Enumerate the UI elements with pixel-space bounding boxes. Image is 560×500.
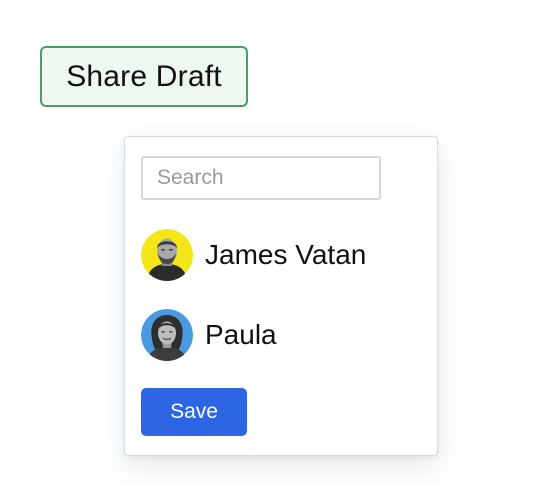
share-draft-button[interactable]: Share Draft [40, 46, 248, 107]
person-avatar-icon [141, 309, 193, 361]
person-name: Paula [205, 319, 277, 350]
person-item-james[interactable]: James Vatan [141, 228, 366, 282]
person-avatar-icon [141, 229, 193, 281]
share-panel: James Vatan Paula Save [124, 136, 438, 456]
person-item-paula[interactable]: Paula [141, 308, 277, 362]
save-button[interactable]: Save [141, 388, 247, 436]
search-input[interactable] [141, 156, 381, 200]
person-name: James Vatan [205, 239, 367, 270]
